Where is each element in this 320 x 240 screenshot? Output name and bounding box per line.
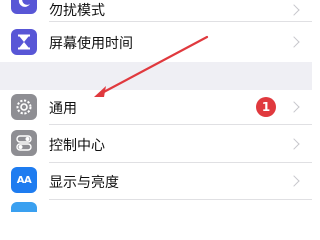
settings-row-label: 控制中心 — [49, 138, 105, 154]
moon-icon — [11, 0, 37, 14]
text-size-glyph: AA — [16, 174, 32, 186]
hourglass-icon — [11, 29, 37, 55]
settings-row-label: 显示与亮度 — [49, 175, 119, 191]
section-gap — [0, 62, 312, 90]
settings-row-display-brightness[interactable]: AA 显示与亮度 — [0, 163, 312, 199]
settings-row-label: 屏幕使用时间 — [49, 36, 133, 52]
settings-row-general[interactable]: 通用 1 — [0, 90, 312, 124]
row-separator — [49, 199, 312, 200]
settings-row-control-center[interactable]: 控制中心 — [0, 125, 312, 162]
chevron-right-icon — [288, 175, 300, 187]
chevron-right-icon — [288, 4, 300, 16]
toggles-icon — [11, 130, 37, 156]
settings-row-label: 通用 — [49, 101, 77, 117]
chevron-right-icon — [288, 101, 300, 113]
settings-row-do-not-disturb[interactable]: 勿扰模式 — [0, 0, 312, 20]
notification-badge: 1 — [256, 97, 276, 117]
settings-row-screen-time[interactable]: 屏幕使用时间 — [0, 22, 312, 62]
gear-icon — [11, 94, 37, 120]
wallpaper-icon — [11, 202, 37, 212]
text-size-icon: AA — [11, 167, 37, 193]
chevron-right-icon — [288, 36, 300, 48]
chevron-right-icon — [288, 138, 300, 150]
settings-row-label: 勿扰模式 — [49, 3, 105, 19]
